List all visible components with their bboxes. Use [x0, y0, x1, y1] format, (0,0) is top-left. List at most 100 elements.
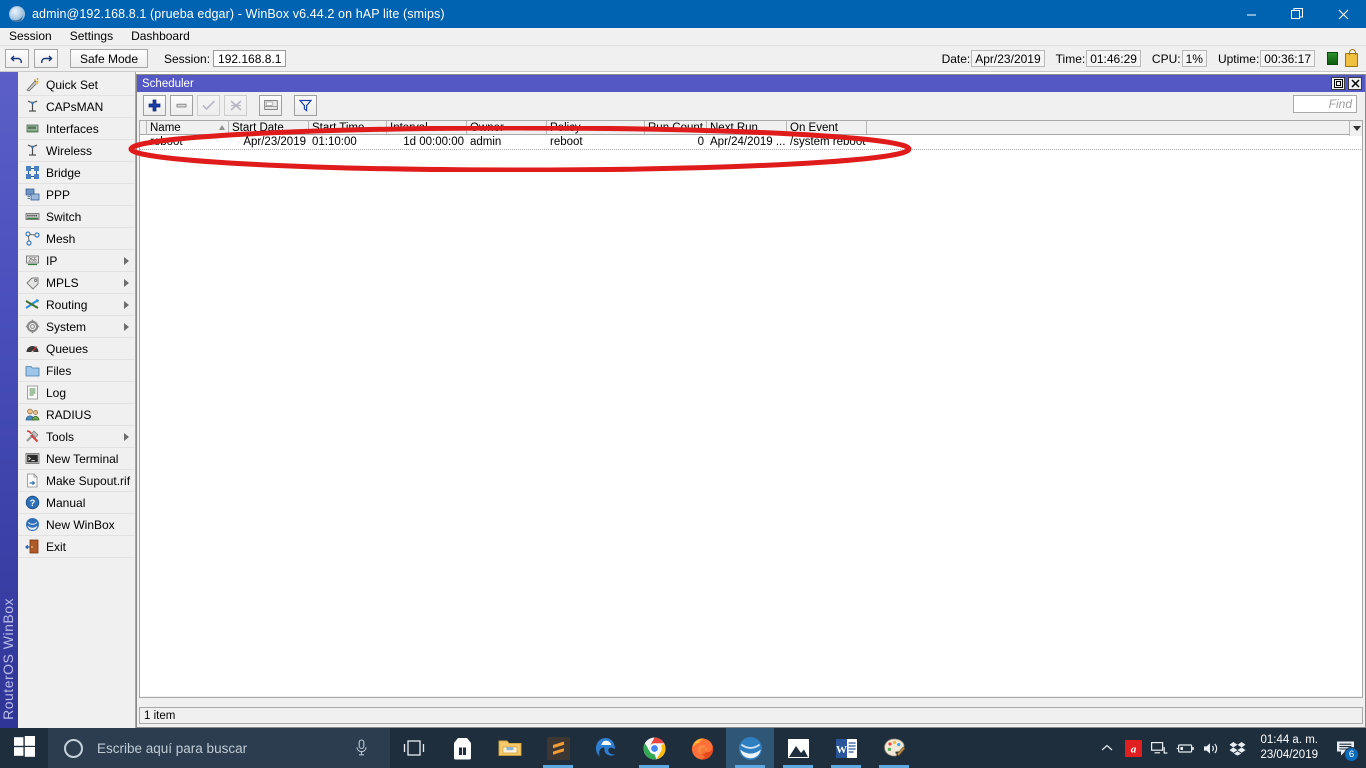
start-button[interactable]: [0, 728, 48, 768]
scheduler-restore-button[interactable]: [1331, 77, 1345, 90]
sidebar-item-mpls[interactable]: MPLS: [18, 272, 135, 294]
column-header-on-event[interactable]: On Event: [787, 121, 867, 134]
maximize-button[interactable]: [1274, 0, 1320, 28]
sublime-text-icon[interactable]: [534, 728, 582, 768]
rail-branding-text: RouterOS WinBox: [0, 598, 18, 720]
search-input[interactable]: Escribe aquí para buscar: [48, 728, 390, 768]
sidebar-item-label: Files: [46, 364, 71, 378]
status-time: Time: 01:46:29: [1056, 50, 1141, 67]
show-hidden-icons-chevron[interactable]: [1094, 728, 1120, 768]
sidebar-item-ppp[interactable]: PPP: [18, 184, 135, 206]
menu-bar: Session Settings Dashboard: [0, 28, 1366, 46]
scheduler-toolbar: Find: [137, 92, 1365, 118]
sidebar-item-wireless[interactable]: Wireless: [18, 140, 135, 162]
item-count-text: 1 item: [144, 710, 175, 722]
tools-icon: [24, 429, 40, 445]
avira-antivirus-icon[interactable]: a: [1120, 728, 1146, 768]
sidebar-item-new-terminal[interactable]: New Terminal: [18, 448, 135, 470]
sidebar-item-system[interactable]: System: [18, 316, 135, 338]
sidebar-item-label: IP: [46, 254, 57, 268]
sidebar-item-label: Bridge: [46, 166, 81, 180]
column-chooser-dropdown[interactable]: [1349, 121, 1363, 136]
column-header-interval[interactable]: Interval: [387, 121, 467, 134]
column-header-name[interactable]: Name: [147, 121, 229, 134]
microphone-icon[interactable]: [355, 739, 368, 759]
task-view-icon[interactable]: [390, 728, 438, 768]
microsoft-store-icon[interactable]: [438, 728, 486, 768]
sidebar-item-routing[interactable]: Routing: [18, 294, 135, 316]
sidebar-item-capsman[interactable]: CAPsMAN: [18, 96, 135, 118]
column-header-run-count[interactable]: Run Count: [645, 121, 707, 134]
document-export-icon: [24, 473, 40, 489]
close-button[interactable]: [1320, 0, 1366, 28]
session-value[interactable]: 192.168.8.1: [213, 50, 286, 67]
battery-icon[interactable]: [1172, 728, 1198, 768]
status-uptime-label: Uptime:: [1218, 52, 1259, 66]
sidebar-item-quick-set[interactable]: Quick Set: [18, 74, 135, 96]
status-cpu: CPU: 1%: [1152, 50, 1207, 67]
scheduler-close-button[interactable]: [1348, 77, 1362, 90]
photos-icon[interactable]: [774, 728, 822, 768]
sidebar-item-bridge[interactable]: Bridge: [18, 162, 135, 184]
cell-next-run: Apr/24/2019 ...: [707, 135, 787, 149]
header-filler: [867, 121, 1363, 134]
microsoft-word-icon[interactable]: W: [822, 728, 870, 768]
sidebar-item-label: Quick Set: [46, 78, 98, 92]
minimize-button[interactable]: [1228, 0, 1274, 28]
sidebar-item-queues[interactable]: Queues: [18, 338, 135, 360]
column-header-owner[interactable]: Owner: [467, 121, 547, 134]
table-empty-area: [139, 150, 1363, 696]
status-uptime-value: 00:36:17: [1260, 50, 1315, 67]
microsoft-edge-icon[interactable]: [582, 728, 630, 768]
sidebar-item-manual[interactable]: ? Manual: [18, 492, 135, 514]
sidebar-item-interfaces[interactable]: Interfaces: [18, 118, 135, 140]
cell-interval: 1d 00:00:00: [387, 135, 467, 149]
winbox-icon[interactable]: [726, 728, 774, 768]
sidebar-item-switch[interactable]: Switch: [18, 206, 135, 228]
sidebar-item-label: Mesh: [46, 232, 75, 246]
chevron-right-icon: [124, 279, 129, 287]
sidebar-item-radius[interactable]: RADIUS: [18, 404, 135, 426]
row-flag-header: [139, 121, 147, 134]
volume-icon[interactable]: [1198, 728, 1224, 768]
sidebar-item-files[interactable]: Files: [18, 360, 135, 382]
network-icon[interactable]: [1146, 728, 1172, 768]
column-header-policy[interactable]: Policy: [547, 121, 645, 134]
menu-dashboard[interactable]: Dashboard: [122, 28, 199, 46]
sidebar-item-ip[interactable]: 255 IP: [18, 250, 135, 272]
undo-button[interactable]: [5, 49, 29, 68]
add-button[interactable]: [143, 95, 166, 116]
sidebar-item-exit[interactable]: Exit: [18, 536, 135, 558]
remove-button[interactable]: [170, 95, 193, 116]
dropbox-icon[interactable]: [1224, 728, 1250, 768]
table-row[interactable]: reboot Apr/23/2019 01:10:00 1d 00:00:00 …: [139, 135, 1363, 150]
windows-taskbar: Escribe aquí para buscar: [0, 728, 1366, 768]
filter-button[interactable]: [294, 95, 317, 116]
file-explorer-icon[interactable]: [486, 728, 534, 768]
paint-icon[interactable]: [870, 728, 918, 768]
action-center-button[interactable]: 6: [1328, 728, 1362, 768]
sidebar-item-make-supout[interactable]: Make Supout.rif: [18, 470, 135, 492]
scheduler-titlebar[interactable]: Scheduler: [137, 75, 1365, 92]
column-header-start-date[interactable]: Start Date: [229, 121, 309, 134]
sidebar-item-log[interactable]: Log: [18, 382, 135, 404]
sidebar-item-label: Wireless: [46, 144, 92, 158]
redo-button[interactable]: [34, 49, 58, 68]
find-input[interactable]: Find: [1293, 95, 1357, 113]
clock[interactable]: 01:44 a. m. 23/04/2019: [1250, 728, 1328, 768]
ppp-icon: [24, 187, 40, 203]
column-header-start-time[interactable]: Start Time: [309, 121, 387, 134]
menu-settings[interactable]: Settings: [61, 28, 122, 46]
comment-button[interactable]: [259, 95, 282, 116]
column-header-next-run[interactable]: Next Run: [707, 121, 787, 134]
mozilla-firefox-icon[interactable]: [678, 728, 726, 768]
menu-session[interactable]: Session: [0, 28, 61, 46]
google-chrome-icon[interactable]: [630, 728, 678, 768]
sidebar-item-label: Log: [46, 386, 66, 400]
safe-mode-button[interactable]: Safe Mode: [70, 49, 148, 68]
window-titlebar: admin@192.168.8.1 (prueba edgar) - WinBo…: [0, 0, 1366, 28]
sidebar-item-mesh[interactable]: Mesh: [18, 228, 135, 250]
sidebar-item-label: Routing: [46, 298, 87, 312]
sidebar-item-tools[interactable]: Tools: [18, 426, 135, 448]
sidebar-item-new-winbox[interactable]: New WinBox: [18, 514, 135, 536]
